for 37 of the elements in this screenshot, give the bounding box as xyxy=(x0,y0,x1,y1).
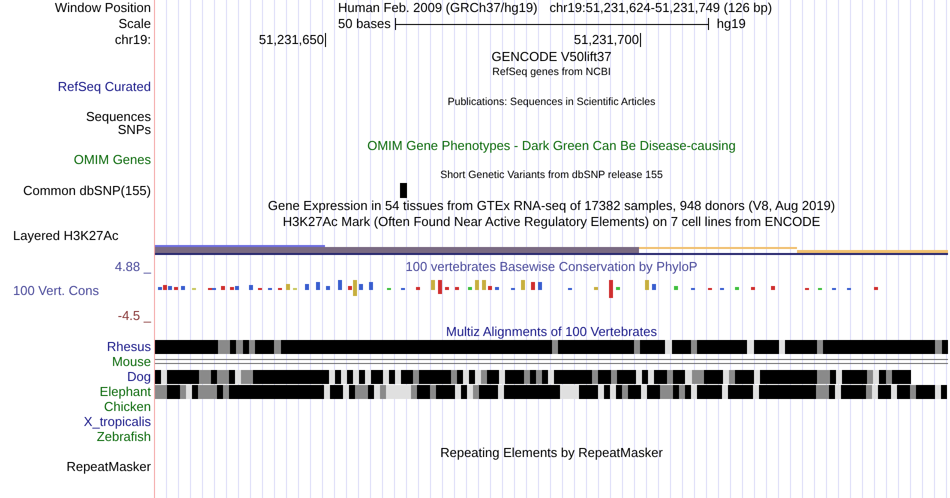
track-label: RepeatMasker xyxy=(66,460,151,474)
track-label: 100 Vert. Cons xyxy=(13,284,99,298)
species-label: Mouse xyxy=(112,354,151,368)
row-label: Window Position xyxy=(54,1,151,15)
axis-label: 4.88 _ xyxy=(114,260,151,274)
track-title: OMIM Gene Phenotypes - Dark Green Can Be Disease-causing xyxy=(366,138,737,152)
track-label: RefSeq Curated xyxy=(58,80,151,94)
track-title: Repeating Elements by RepeatMasker xyxy=(439,444,664,460)
ruler-tick-label: 51,231,650 xyxy=(155,33,326,47)
axis-label: -4.5 _ xyxy=(118,309,151,323)
assembly-title: Human Feb. 2009 (GRCh37/hg19) xyxy=(338,1,538,15)
track-title: Multiz Alignments of 100 Vertebrates xyxy=(444,324,658,338)
assembly-label: hg19 xyxy=(716,17,746,31)
track-title: H3K27Ac Mark (Often Found Near Active Regulatory Elements) on 7 cell lines from ENCODE xyxy=(282,214,822,228)
species-label: Zebrafish xyxy=(96,430,151,444)
track-caption: Short Genetic Variants from dbSNP release 155 xyxy=(439,168,664,182)
variant-mark xyxy=(400,183,407,198)
track-title: 100 vertebrates Basewise Conservation by PhyloP xyxy=(404,259,698,274)
ruler-tick-label: 51,231,700 xyxy=(326,33,641,47)
species-label: Elephant xyxy=(100,384,151,398)
species-label: Rhesus xyxy=(106,340,151,354)
position-text: chr19:51,231,624-51,231,749 (126 bp) xyxy=(549,1,772,15)
row-label: Scale xyxy=(118,17,151,31)
row-label: chr19: xyxy=(114,33,151,47)
track-caption: Publications: Sequences in Scientific Articles xyxy=(446,94,656,110)
species-label: X_tropicalis xyxy=(84,414,151,428)
track-label: OMIM Genes xyxy=(74,153,151,167)
species-label: Chicken xyxy=(104,400,151,414)
track-caption: RefSeq genes from NCBI xyxy=(491,64,612,80)
track-label: Layered H3K27Ac xyxy=(13,229,119,243)
track-label: Common dbSNP(155) xyxy=(23,184,151,198)
track-title: Gene Expression in 54 tissues from GTEx RNA-seq of 17382 samples, 948 donors (V8, Aug 2019) xyxy=(266,198,836,212)
track-title: GENCODE V50lift37 xyxy=(490,48,612,64)
scale-text: 50 bases xyxy=(338,17,391,31)
track-label: Sequences xyxy=(86,110,151,124)
track-label: SNPs xyxy=(118,123,151,137)
species-label: Dog xyxy=(127,370,151,384)
